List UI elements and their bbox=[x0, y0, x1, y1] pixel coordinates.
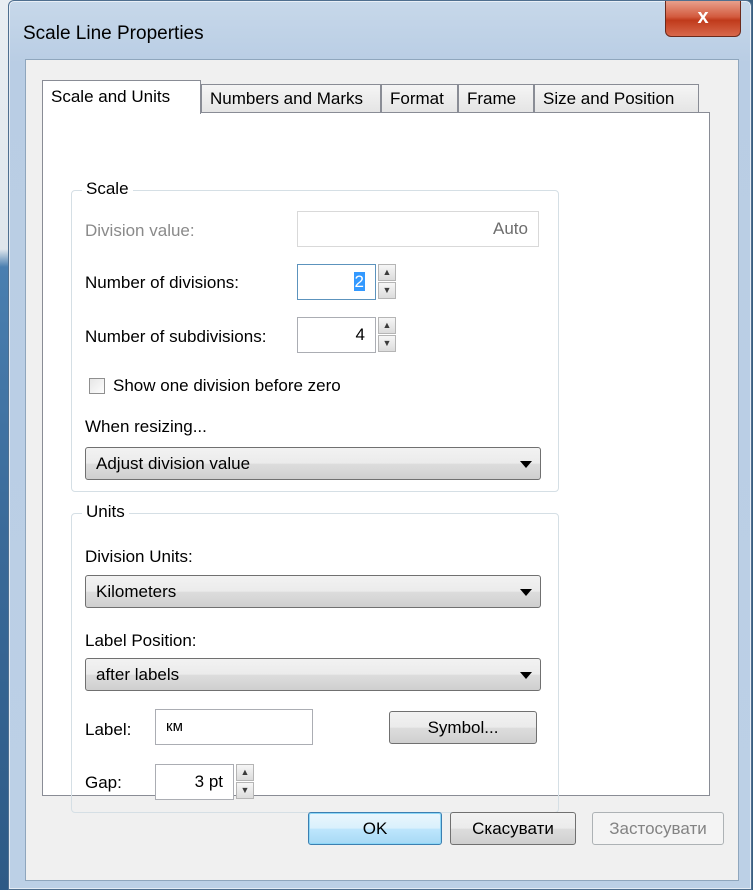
close-button[interactable]: x bbox=[665, 1, 741, 37]
gap-label: Gap: bbox=[85, 773, 122, 792]
spin-up-icon[interactable]: ▲ bbox=[378, 264, 396, 281]
dropdown-caret-icon bbox=[520, 672, 532, 679]
spin-down-icon[interactable]: ▼ bbox=[378, 282, 396, 299]
num-divisions-label: Number of divisions: bbox=[85, 273, 240, 292]
label-text-input[interactable]: км bbox=[155, 709, 313, 745]
num-subdivisions-input[interactable]: 4 bbox=[297, 317, 376, 353]
label-position-dropdown[interactable]: after labels bbox=[85, 658, 541, 691]
when-resizing-label: When resizing... bbox=[85, 417, 207, 436]
division-units-dropdown[interactable]: Kilometers bbox=[85, 575, 541, 608]
tab-size-and-position[interactable]: Size and Position bbox=[534, 84, 699, 113]
num-divisions-value: 2 bbox=[353, 272, 365, 291]
when-resizing-value: Adjust division value bbox=[96, 454, 251, 473]
spin-up-icon[interactable]: ▲ bbox=[236, 764, 254, 781]
tab-scale-and-units[interactable]: Scale and Units bbox=[42, 80, 201, 114]
title-bar[interactable]: Scale Line Properties x bbox=[9, 1, 751, 61]
dialog-client-area: Scale and Units Numbers and Marks Format… bbox=[25, 59, 739, 881]
when-resizing-dropdown[interactable]: Adjust division value bbox=[85, 447, 541, 480]
label-text-label: Label: bbox=[85, 720, 132, 739]
gap-spinner[interactable]: ▲ ▼ bbox=[236, 764, 254, 800]
tab-frame[interactable]: Frame bbox=[458, 84, 534, 113]
division-units-value: Kilometers bbox=[96, 582, 177, 601]
spin-down-icon[interactable]: ▼ bbox=[378, 335, 396, 352]
label-position-label: Label Position: bbox=[85, 631, 197, 650]
units-group-label: Units bbox=[82, 502, 129, 522]
spin-down-icon[interactable]: ▼ bbox=[236, 782, 254, 799]
division-value-field: Auto bbox=[297, 211, 539, 247]
dropdown-caret-icon bbox=[520, 589, 532, 596]
num-divisions-spinner[interactable]: ▲ ▼ bbox=[378, 264, 396, 300]
division-value-label: Division value: bbox=[85, 221, 195, 240]
show-one-division-label: Show one division before zero bbox=[113, 376, 341, 395]
tab-numbers-and-marks[interactable]: Numbers and Marks bbox=[201, 84, 381, 113]
apply-button: Застосувати bbox=[592, 812, 724, 845]
ok-button[interactable]: OK bbox=[308, 812, 442, 845]
dropdown-caret-icon bbox=[520, 461, 532, 468]
cancel-button[interactable]: Скасувати bbox=[450, 812, 576, 845]
spin-up-icon[interactable]: ▲ bbox=[378, 317, 396, 334]
num-subdivisions-label: Number of subdivisions: bbox=[85, 327, 267, 346]
label-position-value: after labels bbox=[96, 665, 180, 684]
show-one-division-checkbox[interactable] bbox=[89, 378, 105, 394]
window-title: Scale Line Properties bbox=[23, 23, 204, 44]
dialog-window: Scale Line Properties x Scale and Units … bbox=[8, 0, 752, 890]
division-units-label: Division Units: bbox=[85, 547, 193, 566]
symbol-button[interactable]: Symbol... bbox=[389, 711, 537, 744]
scale-group-label: Scale bbox=[82, 179, 133, 199]
num-divisions-input[interactable]: 2 bbox=[297, 264, 376, 300]
gap-input[interactable]: 3 pt bbox=[155, 764, 234, 800]
num-subdivisions-spinner[interactable]: ▲ ▼ bbox=[378, 317, 396, 353]
tab-format[interactable]: Format bbox=[381, 84, 458, 113]
close-icon: x bbox=[697, 6, 709, 28]
tab-panel-scale-and-units: Scale Division value: Auto Number of div… bbox=[42, 112, 710, 813]
